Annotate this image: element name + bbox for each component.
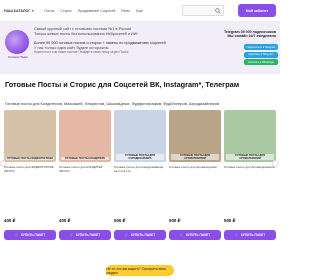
product-image-label: ГОТОВЫЕ ПОСТЫ ФУДФОТОГРАФА [6,157,54,160]
product-title[interactable]: Готовые посты для ФУДФОТОГРАФ (ФОТО) [4,166,56,177]
buy-button[interactable]: 🛒 КУПИТЬ ПАКЕТ [169,230,221,240]
write-telegram-button[interactable]: Написать в Telegram [244,51,278,58]
product-title[interactable]: Готовые посты для Ароматерапевта [224,166,276,177]
nav-link-reels[interactable]: Reels [121,9,130,13]
write-whatsapp-button[interactable]: Написать в WhatsApp [244,59,278,65]
product-title[interactable]: Готовые посты для Ароматерапии [169,166,221,177]
logo-text: Content Team [8,55,28,59]
product-carousel: ГОТОВЫЕ ПОСТЫ ФУДФОТОГРАФА Готовые посты… [4,110,276,240]
subscribe-telegram-button[interactable]: Подписаться в Telegram [244,44,278,50]
product-card[interactable]: ГОТОВЫЕ ПОСТЫ ФУДФОТОГРАФА Готовые посты… [4,110,56,240]
catalog-label: НАШ КАТАЛОГ [4,8,31,13]
page-title: Готовые Посты и Сторис для Соцсетей ВК, … [5,80,240,89]
buy-label: КУПИТЬ ПАКЕТ [20,233,46,237]
product-image-label: ГОТОВЫЕ ПОСТЫ ДЛЯ АРОМАТЕРАПИИ [226,154,274,160]
buy-button[interactable]: 🛒 КУПИТЬ ПАКЕТ [59,230,111,240]
product-image[interactable]: ГОТОВЫЕ ПОСТЫ ДЛЯ АРОМАТЕРАПИИ [169,110,221,162]
cart-icon: 🛒 [234,233,239,237]
product-image-label: ГОТОВЫЕ ПОСТЫ ДЛЯ АРОМАТЕРАПИИ [171,154,219,160]
cart-icon: 🛒 [179,233,184,237]
cart-icon: 🛒 [124,233,129,237]
buy-button[interactable]: 🛒 КУПИТЬ ПАКЕТ [114,230,166,240]
search-input[interactable] [182,5,224,16]
view-all-button[interactable]: Не то что вы ищете? Смотреть весь раздел [106,265,174,276]
nav-link-more[interactable]: Ещё [136,9,143,13]
buy-label: КУПИТЬ ПАКЕТ [75,233,101,237]
product-image-label: ГОТОВЫЕ ПОСТЫ ДЛЯ АЭРОДИЗАЙНЕРА [116,154,164,160]
nav-link-stories[interactable]: Сторис [60,9,71,13]
product-card[interactable]: ГОТОВЫЕ ПОСТЫ КОНДИТЕРА Готовые посты дл… [59,110,111,240]
buy-label: КУПИТЬ ПАКЕТ [185,233,211,237]
product-price: 500 ₽ [114,218,126,223]
nav-link-promotion[interactable]: Продвижение Соцсетей [78,9,116,13]
search-icon [215,7,221,14]
product-price: 400 ₽ [4,218,16,223]
buy-button[interactable]: 🛒 КУПИТЬ ПАКЕТ [4,230,56,240]
hero-banner: Content Team Самый крупный сайт с готовы… [0,22,280,74]
product-price: 500 ₽ [169,218,181,223]
product-price: 500 ₽ [224,218,236,223]
cart-icon: 🛒 [69,233,74,237]
hero-line-2: Только живые посты без использования Ней… [34,31,138,36]
product-title[interactable]: Готовые посты для Аэродизайнера на 1-2-3… [114,166,166,177]
product-image[interactable]: ГОТОВЫЕ ПОСТЫ ДЛЯ АЭРОДИЗАЙНЕРА [114,110,166,162]
logo[interactable] [5,30,29,54]
page-subtitle: Готовые посты для Кондитеров, Массажей, … [5,101,220,106]
carousel-next-button[interactable] [272,160,279,167]
product-card[interactable]: ГОТОВЫЕ ПОСТЫ ДЛЯ АРОМАТЕРАПИИ Готовые п… [224,110,276,240]
messenger-buttons: Подписаться в Telegram Написать в Telegr… [244,44,278,67]
top-navigation: НАШ КАТАЛОГ ▼ Посты Сторис Продвижение С… [0,0,280,22]
buy-button[interactable]: 🛒 КУПИТЬ ПАКЕТ [224,230,276,240]
online-status: Мы онлайн 24/7 ежедневно [227,34,276,39]
product-image[interactable]: ГОТОВЫЕ ПОСТЫ ФУДФОТОГРАФА [4,110,56,162]
product-image[interactable]: ГОТОВЫЕ ПОСТЫ ДЛЯ АРОМАТЕРАПИИ [224,110,276,162]
product-card[interactable]: ГОТОВЫЕ ПОСТЫ ДЛЯ АЭРОДИЗАЙНЕРА Готовые … [114,110,166,240]
product-title[interactable]: Готовые посты для КОНДИТЕР (ФОТО) [59,166,111,177]
nav-links: Посты Сторис Продвижение Соцсетей Reels … [44,9,143,13]
product-image-label: ГОТОВЫЕ ПОСТЫ КОНДИТЕРА [61,157,109,160]
chevron-down-icon: ▼ [31,8,35,13]
buy-label: КУПИТЬ ПАКЕТ [130,233,156,237]
product-image[interactable]: ГОТОВЫЕ ПОСТЫ КОНДИТЕРА [59,110,111,162]
telegram-info: Telegram 39 000 подписчиков Мы онлайн 24… [206,30,276,39]
product-card[interactable]: ГОТОВЫЕ ПОСТЫ ДЛЯ АРОМАТЕРАПИИ Готовые п… [169,110,221,240]
product-price: 400 ₽ [59,218,71,223]
nav-link-posts[interactable]: Посты [44,9,54,13]
cabinet-button[interactable]: Мой кабинет [238,4,276,17]
buy-label: КУПИТЬ ПАКЕТ [240,233,266,237]
cart-icon: 🛒 [14,233,19,237]
catalog-menu[interactable]: НАШ КАТАЛОГ ▼ [4,9,34,13]
hero-line-5: Нужен пост или пакет постов? Найдите сво… [34,50,129,55]
hero-text: Самый крупный сайт с готовыми постами №1… [34,27,184,54]
